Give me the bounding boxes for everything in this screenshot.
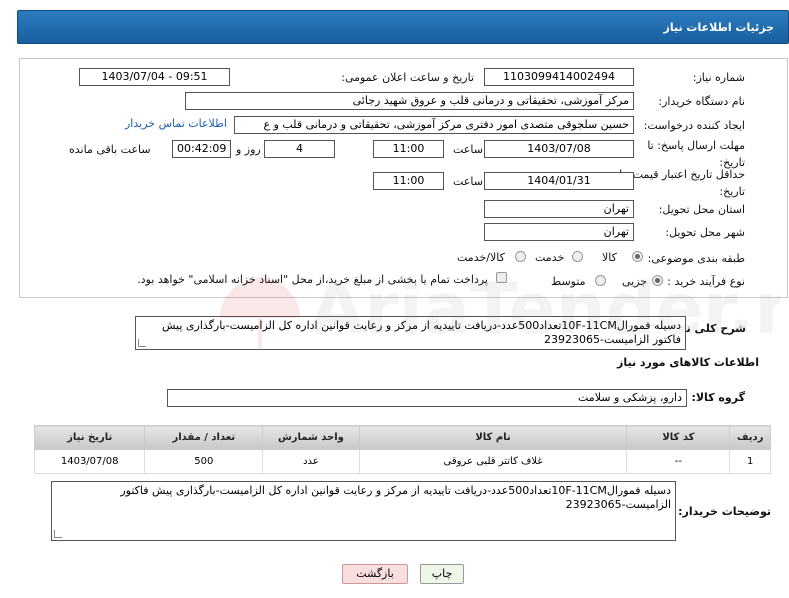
table-row[interactable]: 1 -- غلاف کاتتر قلبی عروقی عدد 500 1403/… — [33, 449, 771, 474]
buyer-org-field: مرکز آموزشی، تحقیقاتی و درمانی قلب و عرو… — [185, 92, 634, 110]
price-validity-date-field: 1404/01/31 — [484, 172, 634, 190]
need-number-field: 1103099414002494 — [484, 68, 634, 86]
col-unit: واحد شمارش — [262, 425, 360, 450]
price-validity-label: حداقل تاریخ اعتبار قیمت: تا تاریخ: — [619, 168, 745, 198]
goods-group-field: دارو، پزشکی و سلامت — [167, 389, 687, 407]
col-name: نام کالا — [358, 425, 628, 450]
treasury-payment-checkbox[interactable] — [496, 272, 507, 283]
buyer-org-label: نام دستگاه خریدار: — [658, 95, 745, 108]
announce-datetime-label: تاریخ و ساعت اعلان عمومی: — [341, 71, 474, 84]
price-validity-time-field: 11:00 — [373, 172, 444, 190]
remaining-days-field: 4 — [264, 140, 335, 158]
page-title: جزئیات اطلاعات نیاز — [663, 21, 775, 34]
treasury-payment-note: پرداخت تمام یا بخشی از مبلغ خرید،از محل … — [137, 273, 488, 286]
goods-section-title: اطلاعات کالاهای مورد نیاز — [617, 356, 759, 369]
price-validity-time-label: ساعت — [453, 175, 483, 188]
goods-group-label: گروه کالا: — [691, 391, 745, 404]
remaining-time-field: 00:42:09 — [172, 140, 231, 158]
deadline-time-field: 11:00 — [373, 140, 444, 158]
print-button[interactable]: چاپ — [420, 564, 464, 584]
cell-code: -- — [626, 449, 731, 474]
cell-row: 1 — [729, 449, 771, 474]
description-text: دسیله فمورال10F-11CMتعداد500عدد-دریافت ت… — [162, 319, 681, 346]
category-radio-goods-service[interactable] — [515, 251, 526, 262]
col-row: ردیف — [729, 425, 771, 450]
deadline-date-field: 1403/07/08 — [484, 140, 634, 158]
cell-name: غلاف کاتتر قلبی عروقی — [358, 449, 628, 474]
creator-label: ایجاد کننده درخواست: — [643, 119, 745, 132]
cell-unit: عدد — [262, 449, 360, 474]
announce-datetime-field: 1403/07/04 - 09:51 — [79, 68, 230, 86]
category-option-goods: کالا — [602, 251, 617, 264]
page-header: جزئیات اطلاعات نیاز — [17, 10, 789, 44]
creator-field: حسین سلجوقی متصدی امور دفتری مرکز آموزشی… — [234, 116, 634, 134]
need-number-label: شماره نیاز: — [692, 71, 745, 84]
category-option-goods-service: کالا/خدمت — [457, 251, 505, 264]
buyer-contact-link[interactable]: اطلاعات تماس خریدار — [125, 117, 227, 130]
resize-grip-icon[interactable] — [54, 530, 62, 538]
city-field: تهران — [484, 223, 634, 241]
description-textarea: دسیله فمورال10F-11CMتعداد500عدد-دریافت ت… — [135, 316, 686, 350]
cell-date: 1403/07/08 — [33, 449, 146, 474]
buyer-notes-textarea: دسیله فمورال10F-11CMتعداد500عدد-دریافت ت… — [51, 481, 676, 541]
province-label: استان محل تحویل: — [658, 203, 745, 216]
remaining-time-label: ساعت باقی مانده — [69, 143, 151, 156]
category-option-service: خدمت — [535, 251, 565, 264]
buyer-notes-text: دسیله فمورال10F-11CMتعداد500عدد-دریافت ت… — [120, 484, 671, 511]
category-radio-service[interactable] — [572, 251, 583, 262]
days-label: روز و — [236, 143, 261, 156]
goods-table: ردیف کد کالا نام کالا واحد شمارش تعداد /… — [33, 425, 771, 474]
province-field: تهران — [484, 200, 634, 218]
process-option-medium: متوسط — [551, 275, 586, 288]
city-label: شهر محل تحویل: — [665, 226, 745, 239]
resize-grip-icon[interactable] — [138, 339, 146, 347]
process-radio-minor[interactable] — [652, 275, 663, 286]
deadline-time-label: ساعت — [453, 143, 483, 156]
cell-qty: 500 — [144, 449, 264, 474]
category-radio-goods[interactable] — [632, 251, 643, 262]
goods-table-header: ردیف کد کالا نام کالا واحد شمارش تعداد /… — [33, 425, 771, 450]
col-qty: تعداد / مقدار — [144, 425, 264, 450]
col-date: تاریخ نیاز — [33, 425, 146, 450]
process-type-label: نوع فرآیند خرید : — [667, 275, 745, 288]
back-button[interactable]: بازگشت — [342, 564, 408, 584]
buyer-notes-label: توضیحات خریدار: — [678, 505, 771, 518]
process-option-minor: جزیی — [622, 275, 648, 288]
process-radio-medium[interactable] — [595, 275, 606, 286]
category-label: طبقه بندی موضوعی: — [647, 252, 745, 265]
col-code: کد کالا — [626, 425, 731, 450]
